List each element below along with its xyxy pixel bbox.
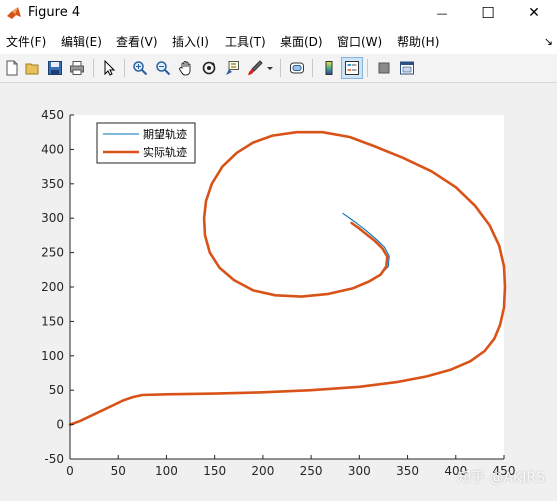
brush-button[interactable] [245,58,265,78]
save-icon [48,61,62,75]
menu-view[interactable]: 查看(V) [116,33,158,50]
y-tick-label: 150 [41,314,64,328]
title-bar: Figure 4 — ☐ ✕ [0,0,557,26]
zoom-in-button[interactable] [130,58,150,78]
new-figure-icon [6,60,18,76]
x-tick-label: 50 [111,464,126,478]
brush-dropdown-button[interactable] [265,58,275,78]
menu-window[interactable]: 窗口(W) [337,33,382,50]
select-button[interactable] [99,58,119,78]
maximize-button[interactable]: ☐ [465,0,511,26]
show-plot-tools-button[interactable] [397,58,417,78]
print-button[interactable] [67,58,87,78]
watermark-text: 知乎 @AKIRS [457,470,545,486]
x-tick-label: 100 [155,464,178,478]
menu-bar: 文件(F) 编辑(E) 查看(V) 插入(I) 工具(T) 桌面(D) 窗口(W… [0,26,557,54]
pan-button[interactable] [176,58,196,78]
y-tick-label: -50 [44,452,64,466]
brush-dropdown-icon [267,67,273,70]
close-button[interactable]: ✕ [511,0,557,26]
link-plot-button[interactable] [287,58,307,78]
y-tick-label: 200 [41,280,64,294]
x-tick-label: 200 [251,464,274,478]
select-pointer-icon [104,60,116,76]
brush-icon [248,60,263,75]
toolbar-separator [124,59,125,77]
plot-background [70,115,504,459]
y-tick-label: 0 [56,418,64,432]
toolbar-separator [280,59,281,77]
zoom-out-icon [156,61,171,76]
data-cursor-button[interactable] [222,58,242,78]
rotate-3d-button[interactable] [199,58,219,78]
axes: 0 50 100 150 200 250 300 350 400 450-500501001502… [41,108,515,478]
menu-insert[interactable]: 插入(I) [172,33,209,50]
y-tick-label: 50 [49,383,64,397]
legend-button[interactable] [341,57,363,79]
y-tick-label: 450 [41,108,64,122]
y-tick-label: 300 [41,211,64,225]
x-tick-label: 350 [396,464,419,478]
x-tick-label: 250 [300,464,323,478]
toolbar-separator [312,59,313,77]
menu-edit[interactable]: 编辑(E) [61,33,102,50]
hide-plot-tools-icon [378,62,390,74]
open-file-icon [25,63,39,75]
show-plot-tools-icon [400,61,414,75]
colorbar-icon [325,61,333,75]
data-cursor-icon [226,61,239,75]
x-tick-label: 150 [203,464,226,478]
save-button[interactable] [45,58,65,78]
figure-canvas[interactable]: 0 50 100 150 200 250 300 350 400 450 -50 0 50 100 150 2… [0,83,557,501]
window-title: Figure 4 [28,5,81,20]
close-icon: ✕ [528,5,540,21]
matlab-app-icon [7,7,21,19]
new-figure-button[interactable] [2,58,22,78]
print-icon [70,61,84,75]
legend-icon [345,61,359,75]
open-file-button[interactable] [23,58,43,78]
y-tick-label: 100 [41,349,64,363]
toolbar-separator [367,59,368,77]
minimize-button[interactable]: — [419,0,465,26]
trajectory-plot[interactable]: 0 50 100 150 200 250 300 350 400 450-500501001502… [0,83,557,501]
hide-plot-tools-button[interactable] [374,58,394,78]
link-plot-icon [290,62,304,74]
menu-desktop[interactable]: 桌面(D) [280,33,323,50]
y-tick-label: 350 [41,177,64,191]
dock-figure-icon[interactable]: ↘ [544,35,553,48]
y-tick-label: 250 [41,246,64,260]
legend-label: 期望轨迹 [143,127,187,141]
menu-file[interactable]: 文件(F) [6,33,46,50]
zoom-in-icon [133,61,148,76]
figure-toolbar [0,54,557,83]
menu-help[interactable]: 帮助(H) [397,33,439,50]
maximize-icon: ☐ [481,4,495,22]
menu-tools[interactable]: 工具(T) [225,33,266,50]
x-tick-label: 0 [66,464,74,478]
legend-label: 实际轨迹 [143,145,187,159]
y-tick-label: 400 [41,142,64,156]
minimize-icon: — [436,6,448,20]
toolbar-separator [93,59,94,77]
zoom-out-button[interactable] [153,58,173,78]
colorbar-button[interactable] [319,58,339,78]
pan-hand-icon [179,61,191,76]
rotate-3d-icon [202,61,216,75]
x-tick-label: 300 [348,464,371,478]
